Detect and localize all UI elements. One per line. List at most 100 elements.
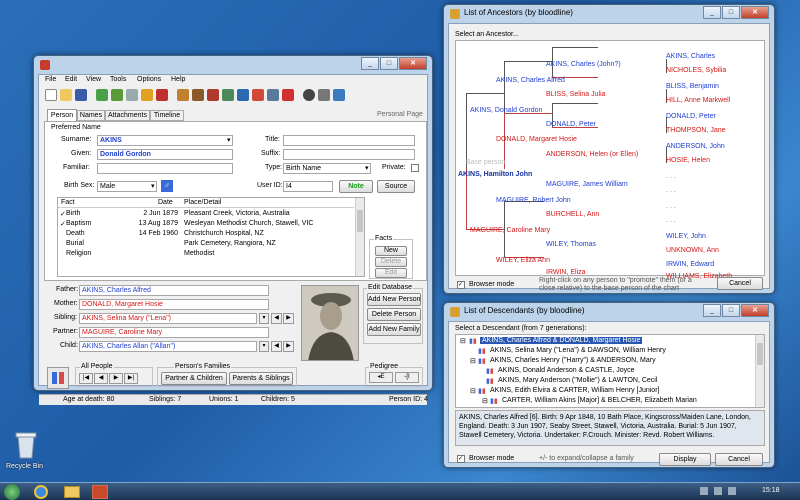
forward-arrow-icon[interactable] bbox=[126, 89, 138, 101]
search-icon[interactable] bbox=[303, 89, 315, 101]
child-field[interactable]: AKINS, Charles Allan ("Allan") bbox=[79, 341, 257, 352]
descendants-icon[interactable] bbox=[207, 89, 219, 101]
fact-row[interactable]: ✓ Baptism 13 Aug 1879 Wesleyan Methodist Ch… bbox=[58, 220, 354, 230]
tab-attachments[interactable]: Attachments bbox=[105, 110, 150, 121]
descendants-maximize-button[interactable]: □ bbox=[722, 304, 740, 317]
nav-last-icon[interactable]: ▶ bbox=[283, 341, 294, 352]
birth-sex-select[interactable]: Male bbox=[97, 181, 157, 192]
descendant-row[interactable]: ▮▮ AKINS, Mary Anderson ("Mollie") & LAWT… bbox=[482, 377, 742, 386]
familiar-field[interactable] bbox=[97, 163, 233, 174]
ancestor-g3-empty[interactable]: . . . bbox=[666, 217, 676, 224]
ancestor-g3-empty[interactable]: . . . bbox=[666, 187, 676, 194]
partner-field[interactable]: MAGUIRE, Caroline Mary bbox=[79, 327, 269, 338]
ancestors-titlebar[interactable]: List of Ancestors (by bloodline) _ □ ✕ bbox=[444, 5, 774, 23]
fact-row[interactable]: Death 14 Feb 1960 Christchurch Hospital, N… bbox=[58, 230, 354, 240]
save-icon[interactable] bbox=[75, 89, 87, 101]
ancestor-ggm-3[interactable]: BURCHELL, Ann bbox=[546, 211, 599, 218]
maximize-button[interactable]: □ bbox=[380, 57, 398, 70]
menu-file[interactable]: File bbox=[45, 76, 56, 83]
recycle-bin-icon[interactable] bbox=[12, 430, 40, 460]
calendar-icon[interactable] bbox=[333, 89, 345, 101]
open-folder-icon[interactable] bbox=[60, 89, 72, 101]
ancestor-g3-1[interactable]: AKINS, Charles bbox=[666, 53, 715, 60]
nav-first-icon[interactable]: ◀ bbox=[271, 313, 282, 324]
desc-browser-mode-checkbox[interactable]: ✓ bbox=[457, 455, 465, 463]
pedigree-back-icon[interactable]: ◂E bbox=[369, 372, 393, 383]
close-button[interactable]: ✕ bbox=[399, 57, 427, 70]
fact-column-header[interactable]: Fact bbox=[61, 199, 75, 206]
tab-names[interactable]: Names bbox=[77, 110, 105, 121]
sibling-nav-icon[interactable]: ▾ bbox=[259, 313, 269, 324]
minimize-button[interactable]: _ bbox=[361, 57, 379, 70]
menu-tools[interactable]: Tools bbox=[110, 76, 126, 83]
user-id-field[interactable]: I4 bbox=[283, 181, 333, 192]
ancestor-g3-empty[interactable]: . . . bbox=[666, 203, 676, 210]
tools-icon[interactable] bbox=[318, 89, 330, 101]
ancestor-maternal-grandfather[interactable]: MAGUIRE, Robert John bbox=[496, 197, 571, 204]
ancestor-paternal-grandmother[interactable]: DONALD, Margaret Hosie bbox=[496, 136, 577, 143]
ancestor-g3-4[interactable]: HILL, Anne Markwell bbox=[666, 97, 730, 104]
ie-icon[interactable] bbox=[34, 485, 48, 499]
ancestor-g3-9[interactable]: WILEY, John bbox=[666, 233, 706, 240]
family-icon[interactable] bbox=[156, 89, 168, 101]
ancestor-g3-7[interactable]: ANDERSON, John bbox=[666, 143, 725, 150]
fact-edit-button[interactable]: Edit bbox=[375, 268, 407, 278]
given-field[interactable]: Donald Gordon bbox=[97, 149, 233, 160]
ancestor-father[interactable]: AKINS, Donald Gordon bbox=[470, 107, 542, 114]
person-icon[interactable] bbox=[141, 89, 153, 101]
ancestor-g3-11[interactable]: IRWIN, Edward bbox=[666, 261, 714, 268]
suffix-field[interactable] bbox=[283, 149, 415, 160]
home-icon[interactable] bbox=[111, 89, 123, 101]
ancestor-g3-5[interactable]: DONALD, Peter bbox=[666, 113, 716, 120]
ancestor-g3-6[interactable]: THOMPSON, Jane bbox=[666, 127, 726, 134]
descendants-cancel-button[interactable]: Cancel bbox=[715, 453, 763, 466]
ancestor-maternal-grandmother[interactable]: WILEY, Eliza Ann bbox=[496, 257, 550, 264]
descendants-minimize-button[interactable]: _ bbox=[703, 304, 721, 317]
note-button[interactable]: Note bbox=[339, 180, 373, 193]
father-field[interactable]: AKINS, Charles Alfred bbox=[79, 285, 269, 296]
ancestor-ggf-3[interactable]: MAGUIRE, James William bbox=[546, 181, 628, 188]
parents-siblings-button[interactable]: Parents & Siblings bbox=[229, 372, 293, 385]
type-arrow-icon[interactable]: ▾ bbox=[365, 164, 369, 172]
descendant-row[interactable]: ⊟ ▮▮ CARTER, William Akins [Major] & BELCH… bbox=[482, 397, 752, 406]
fact-row[interactable]: Burial Park Cemetery, Rangiora, NZ bbox=[58, 240, 354, 250]
scion-taskbar-icon[interactable] bbox=[92, 485, 108, 499]
descendant-scrollbar[interactable] bbox=[755, 335, 764, 407]
display-button[interactable]: Display bbox=[659, 453, 711, 466]
ancestors-maximize-button[interactable]: □ bbox=[722, 6, 740, 19]
source-button[interactable]: Source bbox=[377, 180, 415, 193]
ancestor-ggm-4[interactable]: IRWIN, Eliza bbox=[546, 269, 586, 276]
new-file-icon[interactable] bbox=[45, 89, 57, 101]
ancestor-g3-2[interactable]: NICHOLES, Sybilia bbox=[666, 67, 726, 74]
private-checkbox[interactable] bbox=[411, 164, 419, 172]
place-column-header[interactable]: Place/Detail bbox=[184, 199, 221, 206]
fact-new-button[interactable]: New bbox=[375, 246, 407, 256]
export-icon[interactable] bbox=[237, 89, 249, 101]
ancestors-close-button[interactable]: ✕ bbox=[741, 6, 769, 19]
descendants-close-button[interactable]: ✕ bbox=[741, 304, 769, 317]
descendant-row[interactable]: ▮▮ AKINS, Selina Mary ("Lena") & DAWSON, … bbox=[470, 347, 730, 356]
prev-record-icon[interactable]: ◀ bbox=[94, 373, 108, 384]
first-record-icon[interactable]: |◀ bbox=[79, 373, 93, 384]
type-select[interactable]: Birth Name bbox=[283, 163, 371, 174]
grid-icon[interactable] bbox=[267, 89, 279, 101]
menu-help[interactable]: Help bbox=[171, 76, 185, 83]
ancestor-g3-3[interactable]: BLISS, Benjamin bbox=[666, 83, 719, 90]
pedigree-icon[interactable] bbox=[192, 89, 204, 101]
ancestor-ggf-4[interactable]: WILEY, Thomas bbox=[546, 241, 596, 248]
ancestor-ggf-1[interactable]: AKINS, Charles (John?) bbox=[546, 61, 621, 68]
add-new-family-button[interactable]: Add New Family bbox=[367, 323, 421, 336]
document-icon[interactable] bbox=[252, 89, 264, 101]
ancestor-mother[interactable]: MAGUIRE, Caroline Mary bbox=[470, 227, 550, 234]
ancestor-ggm-1[interactable]: BLISS, Selina Julia bbox=[546, 91, 606, 98]
fact-row[interactable]: ✓ Birth 2 Jun 1879 Pleasant Creek, Victoria… bbox=[58, 210, 354, 220]
menu-options[interactable]: Options bbox=[137, 76, 161, 83]
delete-person-button[interactable]: Delete Person bbox=[367, 308, 421, 321]
partner-children-button[interactable]: Partner & Children bbox=[161, 372, 227, 385]
ancestor-ggf-2[interactable]: DONALD, Peter bbox=[546, 121, 596, 128]
menu-view[interactable]: View bbox=[86, 76, 101, 83]
fact-row[interactable]: Religion Methodist bbox=[58, 250, 354, 260]
descendant-row[interactable]: ▮▮ AKINS, Donald Anderson & CASTLE, Joyce bbox=[482, 367, 742, 376]
ancestor-base-person[interactable]: AKINS, Hamilton John bbox=[458, 171, 532, 178]
menu-edit[interactable]: Edit bbox=[65, 76, 77, 83]
